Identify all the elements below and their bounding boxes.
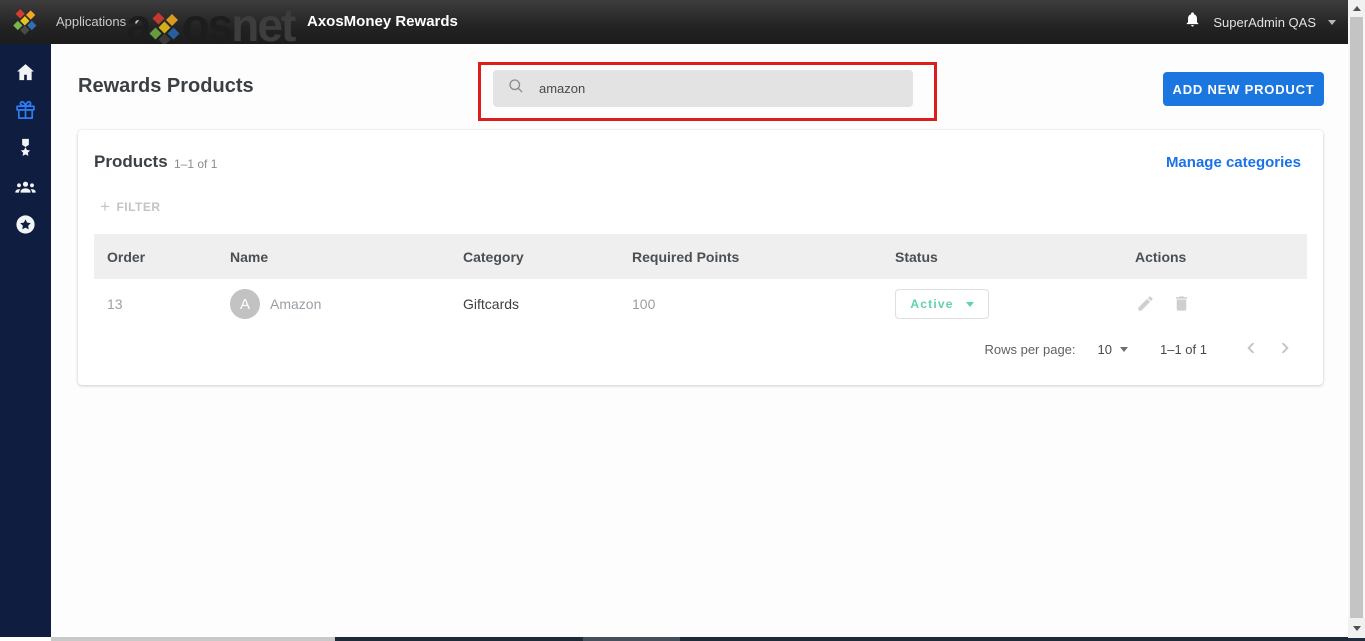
- plus-icon: +: [100, 197, 111, 216]
- rows-per-page-value: 10: [1097, 341, 1112, 357]
- column-header-category: Category: [463, 248, 524, 265]
- horizontal-scrollbar-track-right[interactable]: [680, 637, 1348, 641]
- previous-page-button[interactable]: [1239, 337, 1263, 361]
- applications-label: Applications: [56, 14, 127, 29]
- column-header-required-points: Required Points: [632, 248, 740, 265]
- card-title: Products: [94, 152, 168, 171]
- pagination: Rows per page: 10 1–1 of 1: [984, 334, 1297, 364]
- cell-order: 13: [107, 296, 123, 312]
- avatar: A: [230, 289, 260, 319]
- triangle-up-icon: [1352, 6, 1361, 11]
- table-header: Order Name Category Required Points Stat…: [94, 234, 1307, 279]
- cell-category: Giftcards: [463, 296, 520, 312]
- triangle-down-icon: [1352, 625, 1361, 631]
- pencil-icon: [1137, 296, 1153, 311]
- watermark-suffix: net: [231, 0, 296, 44]
- axosnet-watermark: a osnet: [126, 0, 296, 44]
- horizontal-scrollbar-thumb[interactable]: [583, 637, 680, 641]
- search-input[interactable]: [539, 81, 899, 96]
- search-icon: [507, 77, 525, 100]
- cell-required-points: 100: [632, 296, 656, 312]
- sidebar-item-rewards[interactable]: [0, 91, 51, 129]
- delete-button[interactable]: [1171, 294, 1191, 314]
- pagination-range: 1–1 of 1: [1160, 341, 1207, 357]
- gift-icon: [16, 100, 35, 119]
- user-chevron-down-icon: [1328, 19, 1336, 25]
- top-bar: Applications a osnet AxosMoney Rewards Su…: [0, 0, 1348, 44]
- edit-button[interactable]: [1135, 294, 1155, 314]
- sidebar-item-points[interactable]: [0, 205, 51, 243]
- product-name: Amazon: [270, 296, 322, 312]
- status-label: Active: [910, 297, 954, 311]
- page-title: Rewards Products: [78, 75, 254, 97]
- column-header-status: Status: [895, 248, 938, 265]
- star-circle-icon: [16, 214, 35, 234]
- card-count: 1–1 of 1: [174, 157, 218, 171]
- cell-name: A Amazon: [217, 289, 450, 319]
- add-new-product-button[interactable]: ADD NEW PRODUCT: [1163, 72, 1324, 106]
- sidebar-item-home[interactable]: [0, 53, 51, 91]
- scroll-up-button[interactable]: [1348, 0, 1365, 17]
- notifications-bell-icon[interactable]: [1184, 10, 1201, 34]
- manage-categories-link[interactable]: Manage categories: [1166, 154, 1301, 171]
- main-content: Rewards Products ADD NEW PRODUCT Product…: [51, 44, 1348, 637]
- people-icon: [15, 181, 36, 193]
- cell-actions: [1122, 294, 1307, 314]
- filter-button[interactable]: + FILTER: [100, 197, 161, 216]
- watermark-mid: os: [181, 0, 234, 44]
- rows-per-page-select[interactable]: 10: [1098, 342, 1128, 357]
- chevron-left-icon: [1247, 342, 1255, 354]
- next-page-button[interactable]: [1273, 337, 1297, 361]
- status-dropdown[interactable]: Active: [895, 289, 989, 319]
- status-chevron-down-icon: [965, 301, 974, 307]
- column-header-order: Order: [107, 248, 146, 265]
- sidebar-nav: [0, 44, 51, 637]
- table-row: 13 A Amazon Giftcards 100 Active: [94, 279, 1307, 329]
- products-card: Products 1–1 of 1 Manage categories + FI…: [78, 130, 1323, 385]
- home-icon: [17, 63, 34, 80]
- column-header-name: Name: [230, 248, 269, 265]
- axosnet-logo-icon: [12, 8, 40, 36]
- scroll-down-button[interactable]: [1348, 618, 1365, 638]
- column-header-actions: Actions: [1135, 248, 1187, 265]
- vertical-scrollbar-thumb[interactable]: [1350, 17, 1363, 618]
- chevron-right-icon: [1281, 342, 1289, 354]
- cell-status: Active: [882, 289, 1122, 319]
- horizontal-scrollbar-track[interactable]: [335, 637, 583, 641]
- app-title: AxosMoney Rewards: [307, 13, 458, 30]
- watermark-pre: a: [126, 0, 152, 44]
- sidebar-item-users[interactable]: [0, 167, 51, 205]
- watermark-pinwheel-icon: [149, 12, 180, 44]
- rows-per-page-label: Rows per page:: [984, 341, 1076, 357]
- user-name: SuperAdmin QAS: [1213, 14, 1316, 30]
- horizontal-scrollbar-track-left[interactable]: [51, 637, 335, 641]
- sidebar-item-achievements[interactable]: [0, 129, 51, 167]
- search-box[interactable]: [493, 70, 913, 107]
- user-menu[interactable]: SuperAdmin QAS: [1184, 0, 1336, 44]
- trash-icon: [1175, 296, 1187, 311]
- filter-label: FILTER: [116, 200, 161, 214]
- vertical-scrollbar[interactable]: [1348, 0, 1365, 641]
- rows-per-page-chevron-down-icon: [1120, 346, 1128, 352]
- medal-icon: [20, 138, 31, 156]
